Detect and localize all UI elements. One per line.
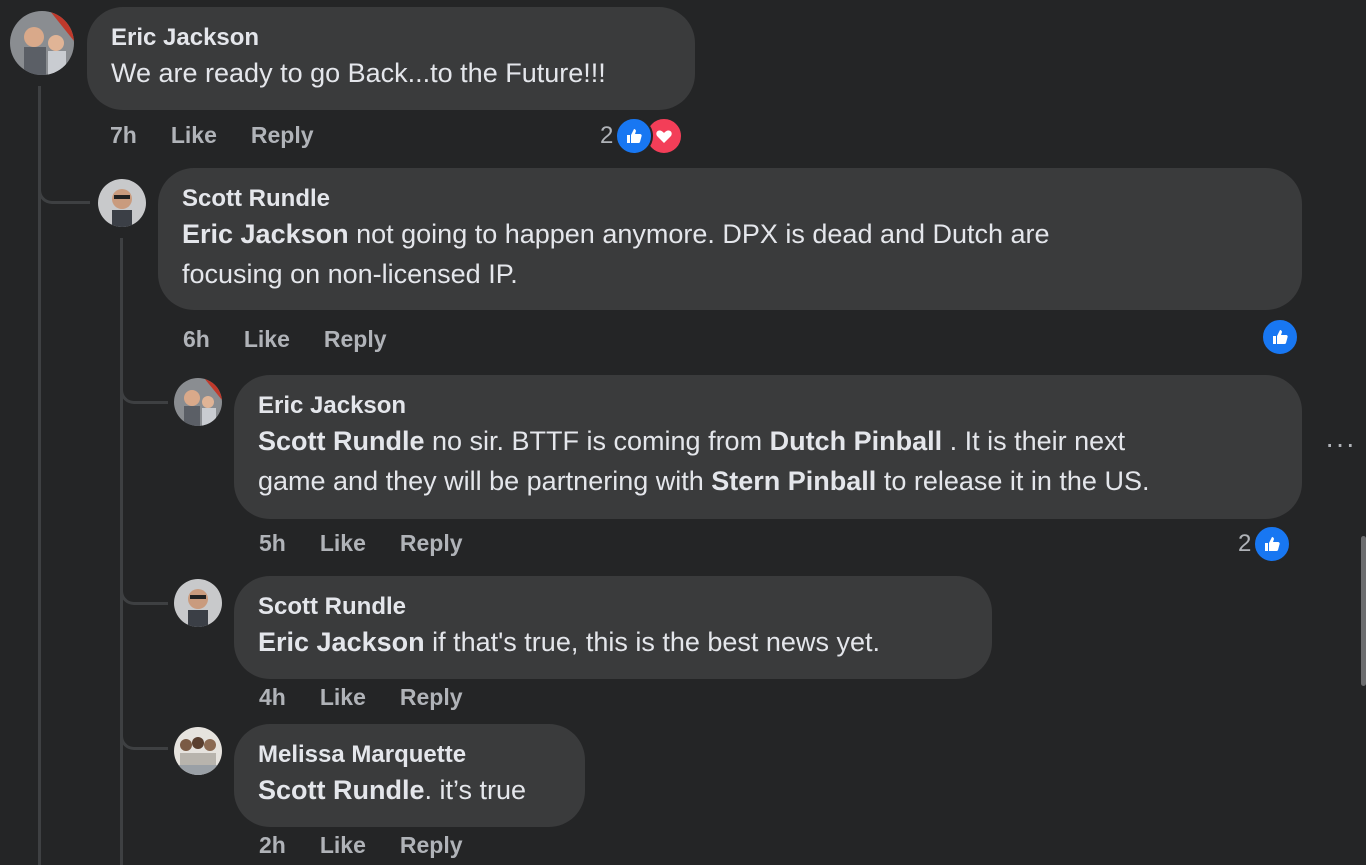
avatar-photo-icon bbox=[98, 179, 146, 227]
reaction-count: 2 bbox=[600, 122, 614, 149]
comment-author[interactable]: Scott Rundle bbox=[182, 184, 1278, 214]
comment-actions: 6h Like Reply bbox=[183, 326, 421, 353]
comment-text-part: not going to happen anymore. DPX is dead… bbox=[348, 219, 1050, 249]
comment-text: Scott Rundle. it’s true bbox=[258, 770, 561, 810]
avatar[interactable] bbox=[98, 179, 146, 227]
like-button[interactable]: Like bbox=[320, 684, 366, 711]
comment-text-part: if that's true, this is the best news ye… bbox=[424, 627, 880, 657]
comment-text-part: game and they will be partnering with bbox=[258, 466, 712, 496]
reply-button[interactable]: Reply bbox=[400, 684, 463, 711]
reply-button[interactable]: Reply bbox=[251, 122, 314, 149]
mention-link[interactable]: Eric Jackson bbox=[258, 627, 425, 657]
comment-text-part: to release it in the US. bbox=[876, 466, 1150, 496]
reaction-count: 2 bbox=[1238, 530, 1252, 557]
comment-bubble: Eric Jackson We are ready to go Back...t… bbox=[87, 7, 695, 110]
comment-actions: 5h Like Reply bbox=[259, 530, 497, 557]
avatar-photo-icon bbox=[174, 378, 222, 426]
comment-text: We are ready to go Back...to the Future!… bbox=[111, 58, 606, 88]
reply-button[interactable]: Reply bbox=[400, 530, 463, 557]
thread-connector bbox=[38, 160, 90, 204]
comment-text-part: . it’s true bbox=[424, 775, 527, 805]
avatar[interactable] bbox=[174, 579, 222, 627]
thread-connector bbox=[120, 370, 168, 404]
reply-button[interactable]: Reply bbox=[400, 832, 463, 859]
comment-text: Eric Jackson if that's true, this is the… bbox=[258, 622, 968, 662]
comment-timestamp[interactable]: 2h bbox=[259, 832, 286, 859]
scrollbar[interactable] bbox=[1361, 536, 1366, 686]
comment-timestamp[interactable]: 5h bbox=[259, 530, 286, 557]
comment-timestamp[interactable]: 7h bbox=[110, 122, 137, 149]
comment-actions: 2h Like Reply bbox=[259, 832, 497, 859]
mention-link[interactable]: Stern Pinball bbox=[711, 466, 876, 496]
thumbs-up-icon bbox=[1253, 525, 1292, 563]
thread-connector bbox=[120, 710, 168, 750]
like-button[interactable]: Like bbox=[320, 832, 366, 859]
comment-author[interactable]: Melissa Marquette bbox=[258, 740, 561, 770]
comment-author[interactable]: Eric Jackson bbox=[258, 391, 1278, 421]
thread-line-main bbox=[38, 86, 41, 865]
mention-link[interactable]: Eric Jackson bbox=[182, 219, 349, 249]
comment-bubble: Eric Jackson Scott Rundle no sir. BTTF i… bbox=[234, 375, 1302, 519]
comment-bubble: Scott Rundle Eric Jackson not going to h… bbox=[158, 168, 1302, 310]
comment-bubble: Scott Rundle Eric Jackson if that's true… bbox=[234, 576, 992, 679]
like-button[interactable]: Like bbox=[320, 530, 366, 557]
comment-text: Scott Rundle no sir. BTTF is coming from… bbox=[258, 421, 1278, 501]
avatar[interactable] bbox=[174, 378, 222, 426]
comment-author[interactable]: Scott Rundle bbox=[258, 592, 968, 622]
comment-actions: 7h Like Reply bbox=[110, 122, 348, 149]
reaction-summary[interactable]: 2 bbox=[600, 117, 684, 155]
thumbs-up-icon bbox=[615, 117, 654, 155]
mention-link[interactable]: Scott Rundle bbox=[258, 775, 425, 805]
comment-timestamp[interactable]: 6h bbox=[183, 326, 210, 353]
comment-text-part: . It is their next bbox=[942, 426, 1126, 456]
thread-connector bbox=[120, 560, 168, 605]
avatar[interactable] bbox=[174, 727, 222, 775]
reply-button[interactable]: Reply bbox=[324, 326, 387, 353]
comment-text-part: no sir. BTTF is coming from bbox=[424, 426, 770, 456]
avatar-photo-icon bbox=[174, 579, 222, 627]
thread-line-reply bbox=[120, 238, 123, 865]
comment-actions: 4h Like Reply bbox=[259, 684, 497, 711]
more-options-button[interactable]: ··· bbox=[1325, 428, 1356, 460]
reaction-summary[interactable]: 2 bbox=[1238, 525, 1292, 563]
avatar-photo-icon bbox=[174, 727, 222, 775]
mention-link[interactable]: Scott Rundle bbox=[258, 426, 425, 456]
like-button[interactable]: Like bbox=[244, 326, 290, 353]
comment-author[interactable]: Eric Jackson bbox=[111, 23, 671, 53]
comment-text: Eric Jackson not going to happen anymore… bbox=[182, 214, 1278, 294]
mention-link[interactable]: Dutch Pinball bbox=[770, 426, 943, 456]
comment-timestamp[interactable]: 4h bbox=[259, 684, 286, 711]
like-button[interactable]: Like bbox=[171, 122, 217, 149]
reaction-summary[interactable] bbox=[1261, 318, 1299, 356]
avatar[interactable] bbox=[10, 11, 74, 75]
thumbs-up-icon bbox=[1261, 318, 1299, 356]
avatar-photo-icon bbox=[10, 11, 74, 75]
comment-bubble: Melissa Marquette Scott Rundle. it’s tru… bbox=[234, 724, 585, 827]
comment-text-part: focusing on non-licensed IP. bbox=[182, 259, 518, 289]
